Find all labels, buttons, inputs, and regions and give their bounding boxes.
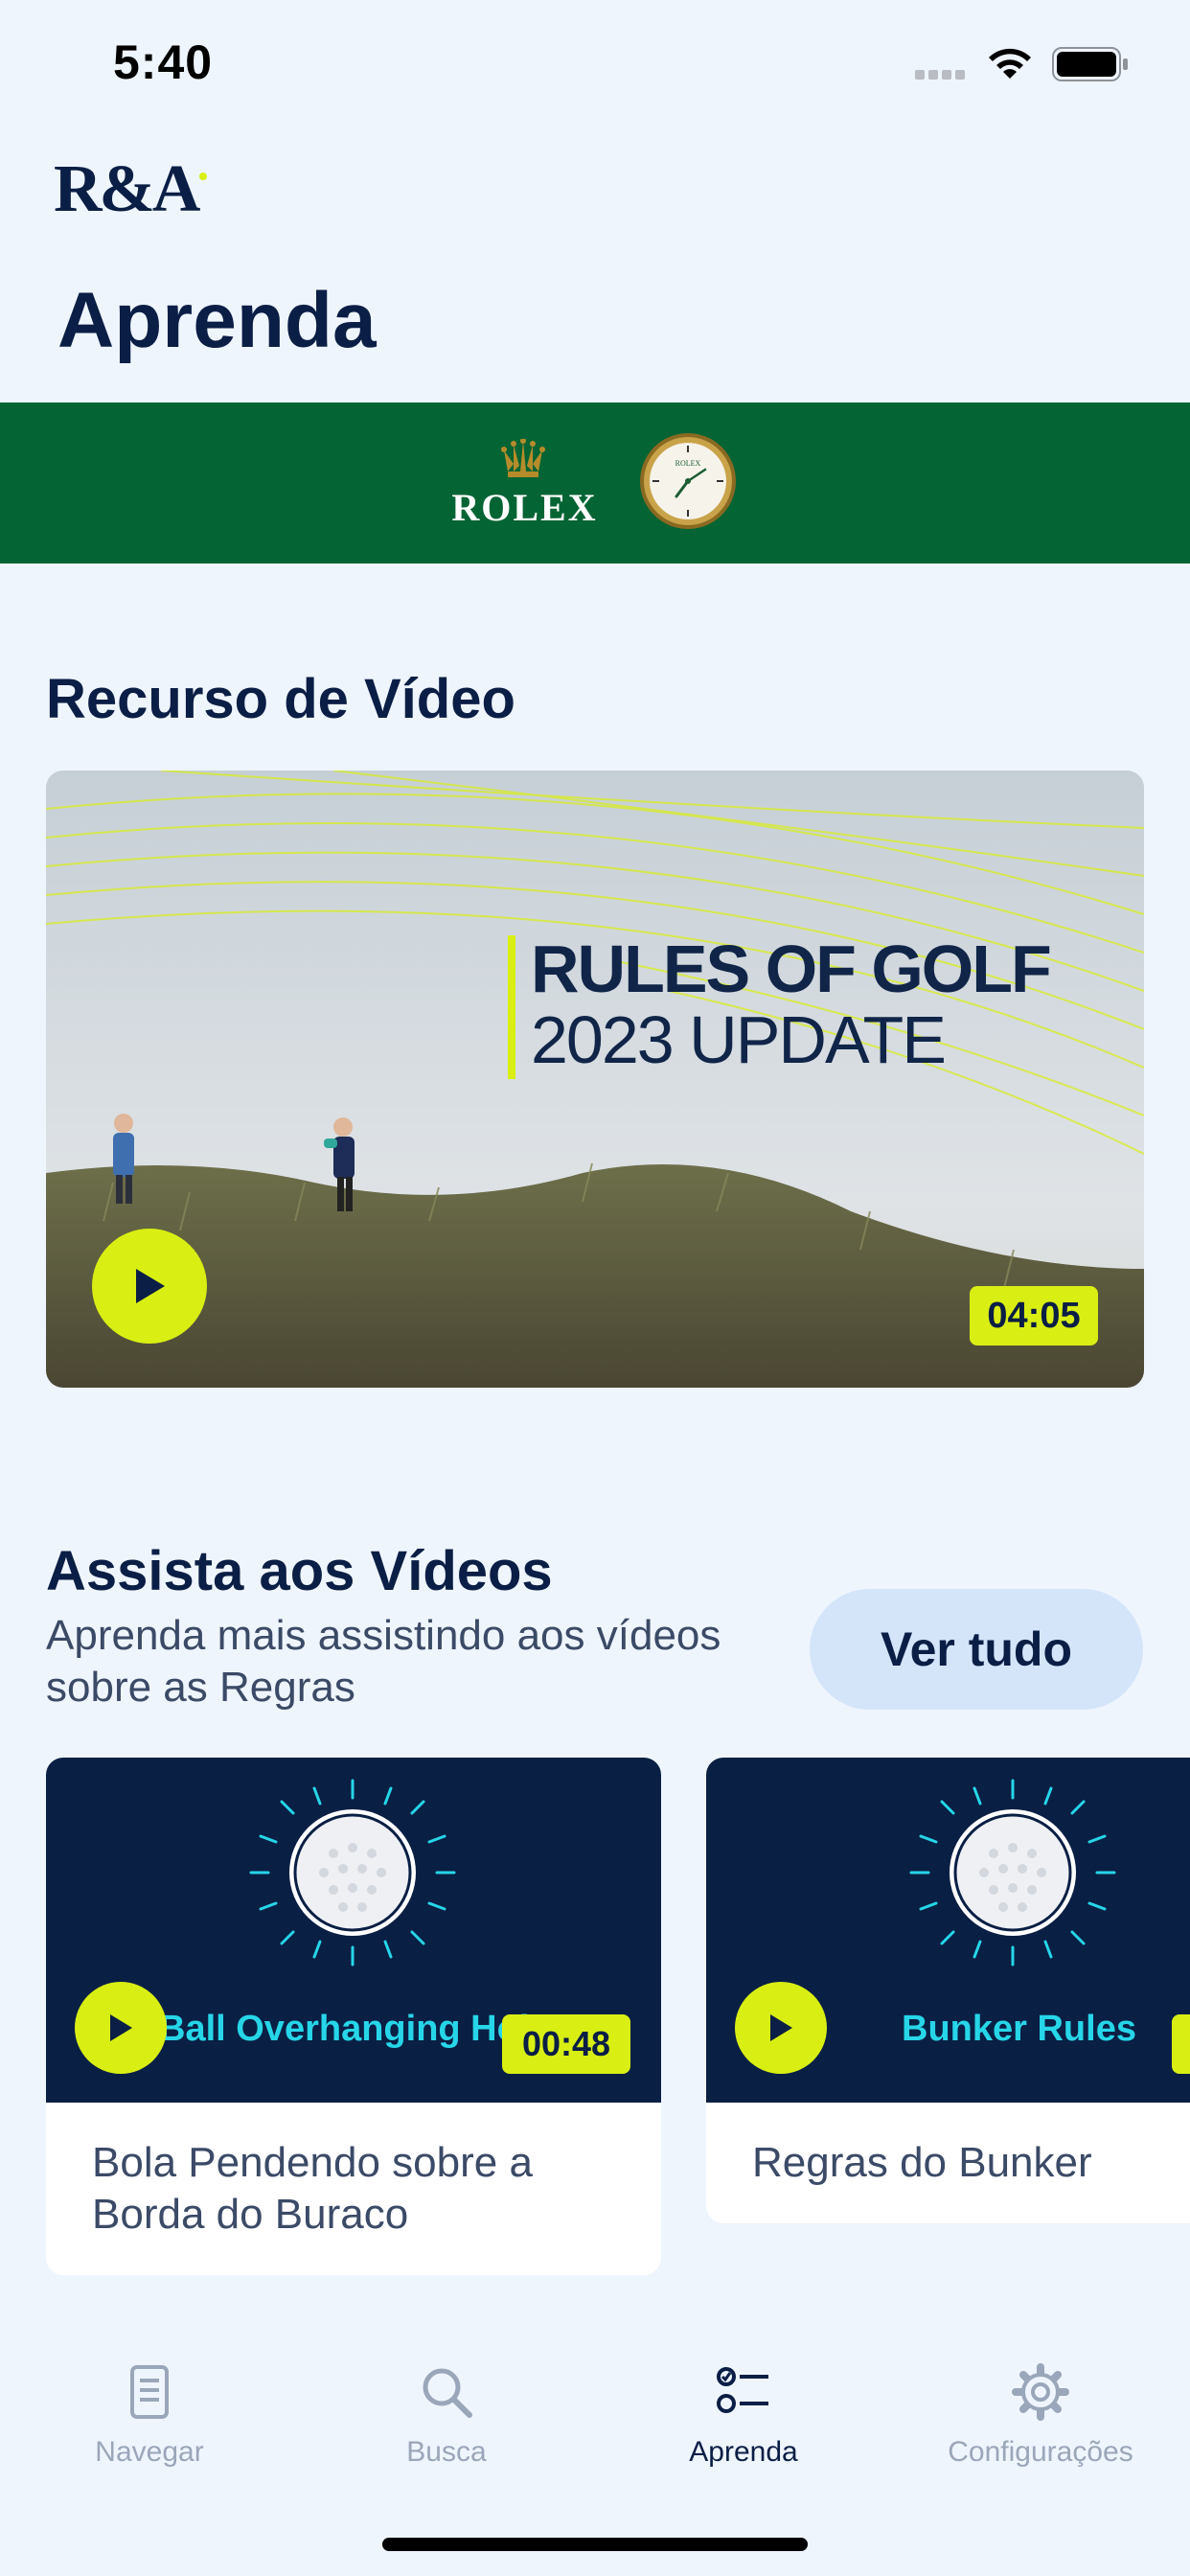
video-play-button[interactable] (75, 1982, 167, 2074)
see-all-button[interactable]: Ver tudo (810, 1589, 1143, 1710)
featured-play-button[interactable] (92, 1229, 207, 1344)
sponsor-banner[interactable] (0, 402, 1190, 564)
rolex-crown-icon (501, 439, 545, 477)
video-card[interactable]: Ball Overhanging Hole 00:48 Bola Pendend… (46, 1758, 661, 2275)
tab-busca[interactable]: Busca (303, 2361, 590, 2505)
tab-label: Configurações (948, 2436, 1133, 2468)
rolex-wordmark: ROLEX (451, 486, 598, 529)
rolex-clock-icon: ROLEX (640, 433, 736, 529)
video-thumbnail: Ball Overhanging Hole 00:48 (46, 1758, 661, 2103)
featured-duration-badge: 04:05 (970, 1286, 1098, 1346)
video-card-title: Bola Pendendo sobre a Borda do Buraco (92, 2139, 533, 2238)
status-bar: 5:40 (0, 0, 1190, 129)
tab-aprenda[interactable]: Aprenda (600, 2361, 887, 2505)
page-title: Aprenda (57, 277, 377, 364)
clock-brand: ROLEX (675, 459, 701, 468)
play-icon (136, 1269, 165, 1303)
tab-label: Aprenda (689, 2436, 798, 2468)
videos-section-title: Assista aos Vídeos (46, 1540, 553, 1602)
videos-section-subtitle: Aprenda mais assistindo aos vídeos sobre… (46, 1612, 721, 1711)
video-play-button[interactable] (735, 1982, 827, 2074)
wifi-icon (989, 48, 1031, 79)
video-duration-badge: 00:48 (502, 2014, 630, 2074)
featured-headline: RULES OF GOLF 2023 UPDATE (531, 932, 1052, 1077)
video-thumbnail: Bunker Rules (706, 1758, 1190, 2103)
video-thumb-label: Ball Overhanging Hole (159, 2009, 550, 2049)
tab-navegar[interactable]: Navegar (6, 2361, 293, 2505)
featured-video-card[interactable]: RULES OF GOLF 2023 UPDATE 04:05 (46, 770, 1144, 1388)
checklist-icon (717, 2367, 768, 2413)
book-icon (130, 2365, 169, 2419)
headline-accent-bar (508, 935, 515, 1079)
play-icon (110, 2014, 132, 2041)
video-thumb-label: Bunker Rules (902, 2009, 1136, 2049)
screen: 5:40 R&A Aprenda ROLEX ROLEX Recurso de … (0, 0, 1190, 2576)
play-icon (770, 2014, 792, 2041)
headline-line2: 2023 UPDATE (531, 1002, 947, 1077)
cellular-signal-icon (915, 67, 971, 80)
golf-ball-icon (249, 1779, 456, 1966)
tab-configuracoes[interactable]: Configurações (897, 2361, 1184, 2505)
battery-icon (1052, 47, 1128, 81)
tab-label: Navegar (95, 2436, 204, 2468)
golf-ball-icon (909, 1779, 1116, 1966)
status-time: 5:40 (113, 35, 214, 89)
video-duration-badge (1172, 2014, 1190, 2074)
featured-section-title: Recurso de Vídeo (46, 668, 515, 730)
ra-logo: R&A (54, 151, 208, 228)
gear-icon (1012, 2363, 1069, 2421)
logo-dot (199, 172, 208, 180)
video-card[interactable]: Bunker Rules Regras do Bunker (706, 1758, 1190, 2223)
video-card-title: Regras do Bunker (752, 2139, 1092, 2186)
search-icon (423, 2368, 472, 2418)
tab-label: Busca (406, 2436, 487, 2468)
home-indicator (382, 2538, 808, 2551)
headline-line1: RULES OF GOLF (531, 932, 1052, 1006)
